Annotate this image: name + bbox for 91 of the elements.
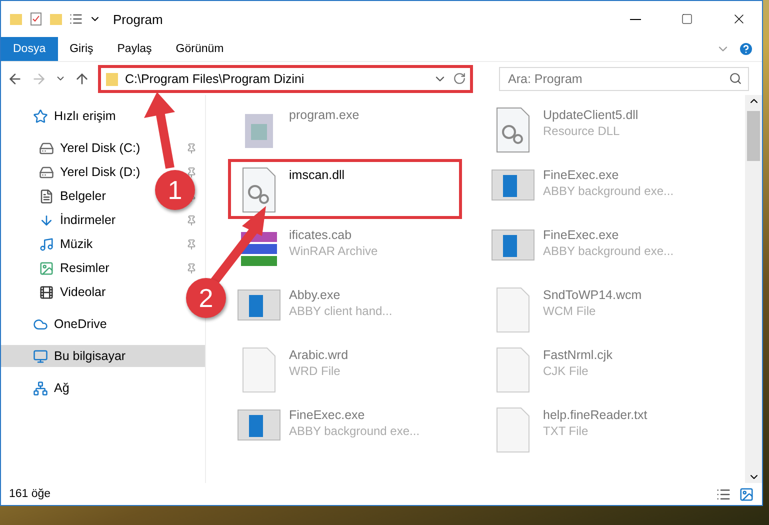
ribbon-tab[interactable]: Görünüm	[164, 37, 236, 61]
folder-icon	[9, 12, 23, 26]
file-type: TXT File	[543, 424, 590, 438]
file-type: Resource DLL	[543, 124, 621, 138]
sidebar-item[interactable]: Resimler	[39, 257, 116, 279]
file-item[interactable]: FastNrml.cjk CJK File	[482, 339, 716, 399]
properties-check-icon[interactable]	[29, 12, 43, 26]
picture-icon	[39, 260, 54, 276]
file-name: SndToWP14.wcm	[543, 288, 642, 302]
sidebar-label: Ağ	[54, 381, 70, 395]
network-icon	[33, 380, 48, 396]
file-name: ificates.cab	[289, 228, 353, 242]
file-type: WRD File	[289, 364, 342, 378]
sidebar-label: Videolar	[60, 285, 106, 299]
file-name: FineExec.exe	[543, 228, 620, 242]
details-view-icon[interactable]	[716, 486, 731, 502]
ribbon-tab[interactable]: Dosya	[1, 37, 58, 61]
sidebar-item[interactable]: Ağ	[33, 377, 76, 399]
sidebar-label: Resimler	[60, 261, 110, 275]
file-item[interactable]: UpdateClient5.dll Resource DLL	[482, 99, 716, 159]
file-type: ABBY background exe...	[543, 244, 674, 258]
drive-icon	[39, 164, 54, 180]
list-view-icon[interactable]	[69, 12, 83, 26]
address-bar[interactable]: C:\Program Files\Program Dizini	[98, 64, 473, 92]
ribbon-tab[interactable]: Giriş	[58, 37, 106, 61]
music-icon	[39, 236, 54, 252]
sidebar-label: Hızlı erişim	[54, 109, 116, 123]
file-name: Arabic.wrd	[289, 348, 348, 362]
scrollbar[interactable]	[745, 95, 762, 483]
file-item[interactable]: ificates.cab WinRAR Archive	[228, 219, 462, 279]
ribbon-tab[interactable]: Paylaş	[105, 37, 164, 61]
download-icon	[39, 212, 54, 228]
help-icon[interactable]	[738, 41, 754, 57]
sidebar-item[interactable]: Bu bilgisayar	[1, 345, 205, 367]
sidebar-item[interactable]: Müzik	[39, 233, 99, 255]
file-type: WCM File	[543, 304, 597, 318]
sidebar-label: Belgeler	[60, 189, 106, 203]
file-item[interactable]: FineExec.exe ABBY background exe...	[482, 219, 716, 279]
file-type: ABBY client hand...	[289, 304, 392, 318]
file-item[interactable]: program.exe	[228, 99, 462, 159]
minimize-icon	[630, 18, 640, 20]
back-icon[interactable]	[7, 70, 23, 86]
up-icon[interactable]	[74, 70, 90, 86]
file-name: FineExec.exe	[289, 408, 366, 422]
file-name: FineExec.exe	[543, 168, 620, 182]
document-icon	[39, 188, 54, 204]
sidebar-label: İndirmeler	[60, 213, 116, 227]
sidebar-label: Yerel Disk (D:)	[60, 165, 140, 179]
file-name: program.exe	[289, 108, 360, 122]
file-type: CJK File	[543, 364, 590, 378]
sidebar-item[interactable]: Yerel Disk (C:)	[39, 137, 146, 159]
file-item[interactable]: help.fineReader.txt TXT File	[482, 399, 716, 459]
file-type: ABBY background exe...	[543, 184, 674, 198]
file-name: help.fineReader.txt	[543, 408, 648, 422]
file-name: Abby.exe	[289, 288, 342, 302]
file-item[interactable]: imscan.dll	[228, 159, 462, 219]
sidebar-item[interactable]: İndirmeler	[39, 209, 122, 231]
file-item[interactable]: FineExec.exe ABBY background exe...	[228, 399, 462, 459]
file-name: imscan.dll	[289, 168, 345, 182]
search-box[interactable]: Ara: Program	[499, 66, 749, 90]
file-item[interactable]: SndToWP14.wcm WCM File	[482, 279, 716, 339]
search-icon	[729, 72, 742, 85]
large-icons-view-icon[interactable]	[739, 486, 754, 502]
sidebar-label: Müzik	[60, 237, 93, 251]
file-name: FastNrml.cjk	[543, 348, 612, 362]
cloud-icon	[33, 316, 48, 332]
maximize-icon	[681, 13, 693, 25]
sidebar-item[interactable]: OneDrive	[33, 313, 113, 335]
sidebar-label: Yerel Disk (C:)	[60, 141, 140, 155]
computer-icon	[33, 348, 48, 364]
video-icon	[39, 284, 54, 300]
star-icon	[33, 108, 48, 124]
refresh-icon[interactable]	[453, 72, 466, 85]
file-item[interactable]: FineExec.exe ABBY background exe...	[482, 159, 716, 219]
file-item[interactable]: Arabic.wrd WRD File	[228, 339, 462, 399]
file-type: ABBY background exe...	[289, 424, 420, 438]
scroll-thumb[interactable]	[747, 111, 760, 161]
file-type: WinRAR Archive	[289, 244, 378, 258]
folder-icon	[105, 70, 119, 86]
sidebar-label: OneDrive	[54, 317, 107, 331]
sidebar-item[interactable]: Yerel Disk (D:)	[39, 161, 146, 183]
sidebar-label: Bu bilgisayar	[54, 349, 126, 363]
file-name: UpdateClient5.dll	[543, 108, 638, 122]
sidebar-item[interactable]: Videolar	[39, 281, 112, 303]
sidebar-item[interactable]: Belgeler	[39, 185, 112, 207]
file-item[interactable]: Abby.exe ABBY client hand...	[228, 279, 462, 339]
sidebar-item[interactable]: Hızlı erişim	[33, 105, 122, 127]
item-count: 161 öğe	[9, 488, 51, 500]
address-path: C:\Program Files\Program Dizini	[125, 72, 306, 86]
drive-icon	[39, 140, 54, 156]
window-title: Program	[113, 12, 164, 26]
